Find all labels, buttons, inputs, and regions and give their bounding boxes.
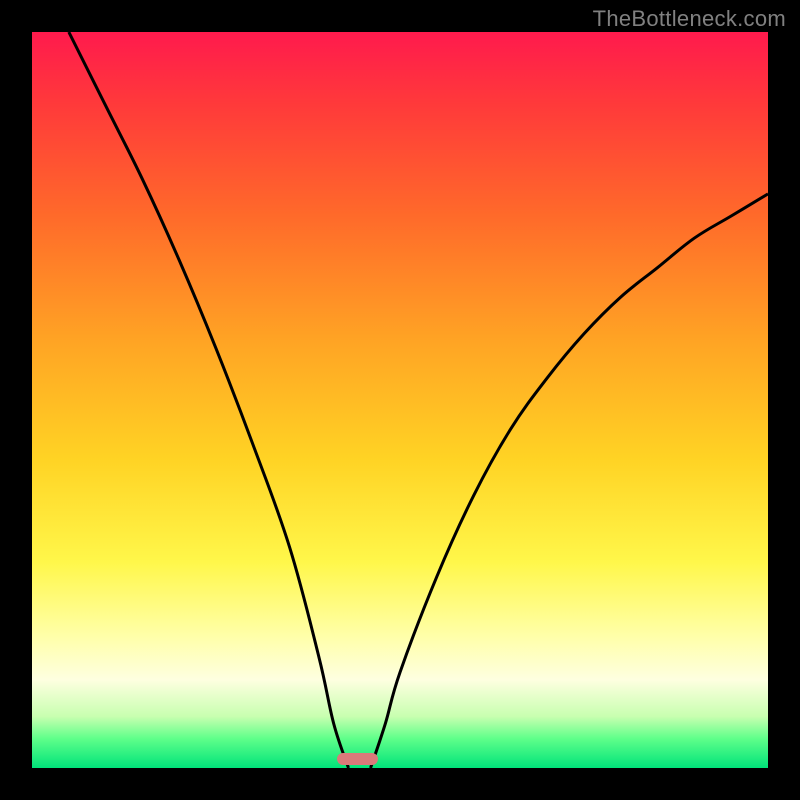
curves-svg xyxy=(32,32,768,768)
right-curve xyxy=(371,194,768,768)
chart-frame: TheBottleneck.com xyxy=(0,0,800,800)
optimum-marker xyxy=(337,753,377,765)
left-curve xyxy=(69,32,349,768)
watermark-text: TheBottleneck.com xyxy=(593,6,786,32)
plot-area xyxy=(32,32,768,768)
